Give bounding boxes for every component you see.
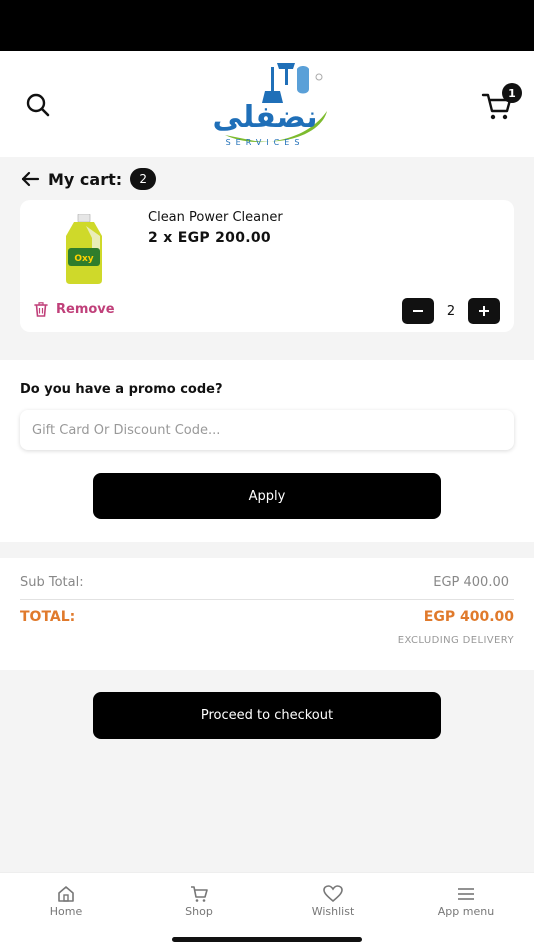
delivery-note: EXCLUDING DELIVERY	[397, 635, 514, 646]
remove-item-button[interactable]: Remove	[34, 302, 115, 317]
minus-icon	[413, 310, 423, 312]
increase-quantity-button[interactable]	[468, 298, 500, 324]
search-button[interactable]	[24, 91, 52, 119]
subtotal-label: Sub Total:	[20, 575, 84, 590]
brand-logo[interactable]: نضفلى SERVICES	[195, 59, 345, 153]
bottom-navigation: Home Shop Wishlist App menu	[0, 872, 534, 950]
home-icon	[58, 886, 74, 902]
subtotal-value: EGP 400.00	[433, 575, 509, 590]
quantity-stepper: 2	[402, 298, 500, 324]
cart-item-card: Oxy Clean Power Cleaner 2 x EGP 200.00 R…	[20, 200, 514, 332]
nav-item-app-menu[interactable]: App menu	[411, 885, 521, 918]
menu-icon	[458, 888, 474, 900]
decrease-quantity-button[interactable]	[402, 298, 434, 324]
nav-label-app-menu: App menu	[437, 905, 495, 918]
promo-code-section: Do you have a promo code? Apply	[0, 360, 534, 542]
nav-label-home: Home	[49, 905, 83, 918]
logo-subtitle: SERVICES	[226, 138, 305, 147]
proceed-to-checkout-button[interactable]: Proceed to checkout	[93, 692, 441, 739]
cart-icon	[191, 886, 208, 902]
nav-item-home[interactable]: Home	[11, 885, 121, 918]
nav-item-wishlist[interactable]: Wishlist	[278, 885, 388, 918]
quantity-value: 2	[446, 303, 456, 319]
nav-item-shop[interactable]: Shop	[144, 885, 254, 918]
search-icon	[26, 93, 50, 117]
cart-title-row: My cart: 2	[20, 164, 157, 194]
apply-promo-button[interactable]: Apply	[93, 473, 441, 519]
nav-label-shop: Shop	[185, 905, 213, 918]
promo-code-label: Do you have a promo code?	[20, 382, 223, 397]
nav-label-wishlist: Wishlist	[311, 905, 355, 918]
totals-divider	[20, 599, 514, 600]
total-label: TOTAL:	[20, 609, 76, 625]
total-value: EGP 400.00	[423, 609, 514, 625]
cart-title: My cart:	[48, 169, 123, 189]
cart-count-badge: 1	[502, 83, 522, 103]
product-price-line: 2 x EGP 200.00	[148, 230, 271, 246]
header-cart-button[interactable]: 1	[480, 83, 524, 123]
app-header: نضفلى SERVICES 1	[0, 51, 534, 157]
remove-label: Remove	[56, 302, 115, 317]
product-image[interactable]: Oxy	[62, 213, 106, 284]
promo-code-input[interactable]	[20, 410, 514, 450]
home-indicator[interactable]	[172, 937, 362, 942]
order-totals: Sub Total: EGP 400.00 TOTAL: EGP 400.00 …	[0, 558, 534, 670]
logo-wordmark: نضفلى	[212, 100, 317, 135]
cart-item-count-badge: 2	[130, 168, 157, 190]
back-arrow-icon[interactable]	[20, 169, 40, 189]
plus-icon	[479, 306, 489, 316]
status-bar	[0, 0, 534, 51]
product-name[interactable]: Clean Power Cleaner	[148, 210, 283, 225]
trash-icon	[34, 302, 48, 317]
product-label-text: Oxy	[74, 254, 93, 264]
heart-icon	[323, 885, 343, 903]
